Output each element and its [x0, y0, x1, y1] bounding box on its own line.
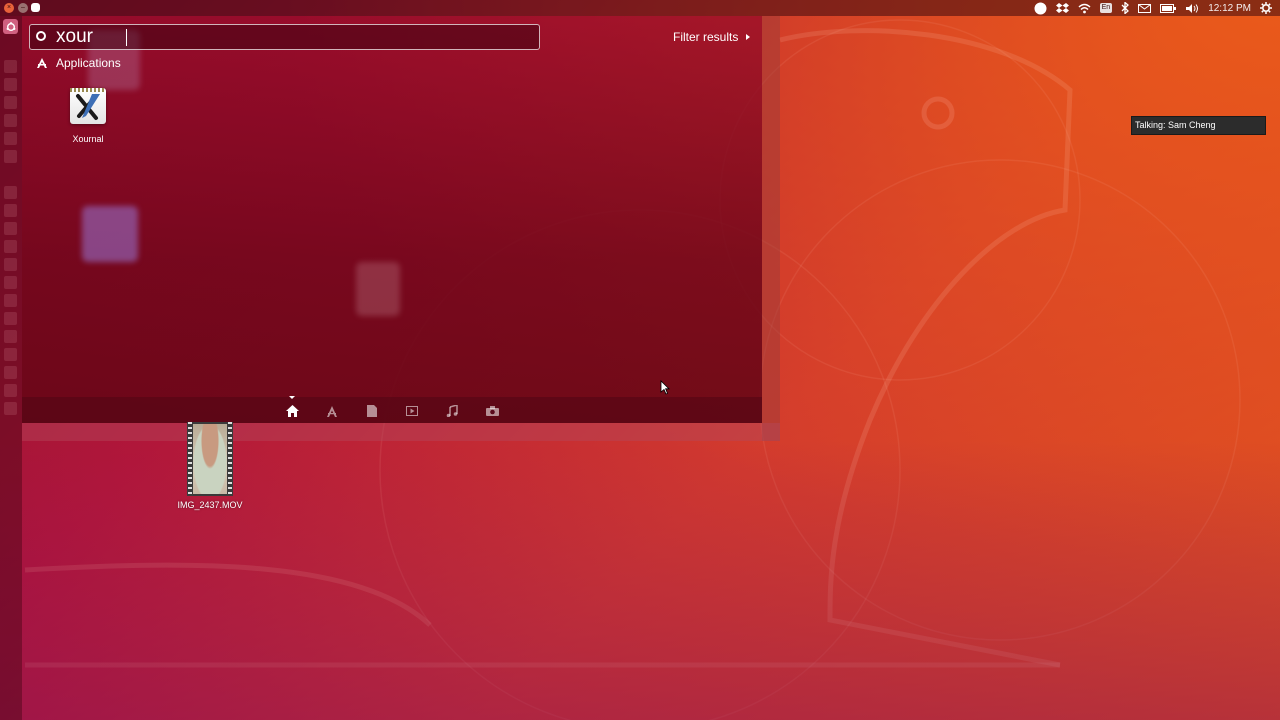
volume-icon[interactable] [1185, 0, 1199, 16]
launcher-item-icon[interactable] [4, 366, 17, 379]
desktop-file-img-2437[interactable]: IMG_2437.MOV [170, 422, 250, 510]
result-label: Xournal [72, 134, 104, 144]
launcher [0, 16, 22, 720]
launcher-item-icon[interactable] [4, 330, 17, 343]
maximize-icon[interactable] [31, 3, 40, 12]
home-icon[interactable] [285, 404, 299, 418]
launcher-item-icon[interactable] [4, 384, 17, 397]
launcher-item-icon[interactable] [4, 348, 17, 361]
blurred-result-icon [82, 206, 138, 262]
search-spinner-icon [36, 31, 46, 41]
music-icon[interactable] [445, 404, 459, 418]
launcher-item-icon[interactable] [4, 258, 17, 271]
launcher-item-icon[interactable] [4, 132, 17, 145]
mouse-cursor-icon [660, 380, 670, 395]
launcher-item-icon[interactable] [4, 276, 17, 289]
minimize-icon[interactable]: – [18, 3, 28, 13]
blurred-file-icon [356, 262, 400, 316]
xournal-icon [70, 88, 106, 124]
launcher-item-icon[interactable] [4, 186, 17, 199]
active-scope-indicator [289, 396, 295, 399]
file-icon[interactable] [365, 404, 379, 418]
scope-bar [22, 397, 762, 423]
camera-icon[interactable] [485, 404, 499, 418]
keyboard-layout-label: En [1099, 3, 1113, 13]
launcher-item-icon[interactable] [4, 114, 17, 127]
top-panel: × – En 12:12 PM [0, 0, 1280, 16]
launcher-item-icon[interactable] [4, 294, 17, 307]
launcher-item-icon[interactable] [4, 240, 17, 253]
power-gear-icon[interactable] [1260, 0, 1272, 16]
dash-border-right [762, 16, 780, 441]
result-xournal[interactable]: Xournal [62, 86, 114, 156]
applications-icon [37, 58, 47, 68]
launcher-item-icon[interactable] [4, 402, 17, 415]
dropbox-icon[interactable] [1055, 0, 1069, 16]
notification-tooltip: Talking: Sam Cheng [1131, 116, 1266, 135]
filter-results-button[interactable]: Filter results [673, 30, 751, 44]
close-icon[interactable]: × [4, 3, 14, 13]
dash-border-bottom [22, 423, 780, 441]
applications-icon[interactable] [325, 404, 339, 418]
launcher-item-icon[interactable] [4, 150, 17, 163]
bluetooth-icon[interactable] [1121, 0, 1130, 16]
record-icon[interactable] [1034, 0, 1047, 16]
video-icon[interactable] [405, 404, 419, 418]
clock[interactable]: 12:12 PM [1208, 0, 1251, 16]
wifi-icon[interactable] [1078, 0, 1091, 16]
launcher-item-icon[interactable] [4, 204, 17, 217]
launcher-item-icon[interactable] [4, 222, 17, 235]
filter-results-label: Filter results [673, 30, 739, 44]
launcher-item-icon[interactable] [4, 96, 17, 109]
mail-icon[interactable] [1138, 0, 1152, 16]
desktop-file-label: IMG_2437.MOV [177, 500, 243, 510]
launcher-item-icon[interactable] [4, 60, 17, 73]
video-file-icon [187, 422, 233, 496]
text-caret [126, 29, 127, 46]
indicator-area: En 12:12 PM [1034, 0, 1272, 16]
ubuntu-logo-icon[interactable] [3, 19, 18, 34]
launcher-item-icon[interactable] [4, 78, 17, 91]
launcher-item-icon[interactable] [4, 312, 17, 325]
battery-icon[interactable] [1160, 0, 1177, 16]
chevron-right-icon [746, 34, 751, 40]
dash-search-box[interactable] [29, 24, 540, 50]
section-title-applications: Applications [56, 56, 121, 70]
keyboard-icon[interactable]: En [1099, 0, 1113, 16]
